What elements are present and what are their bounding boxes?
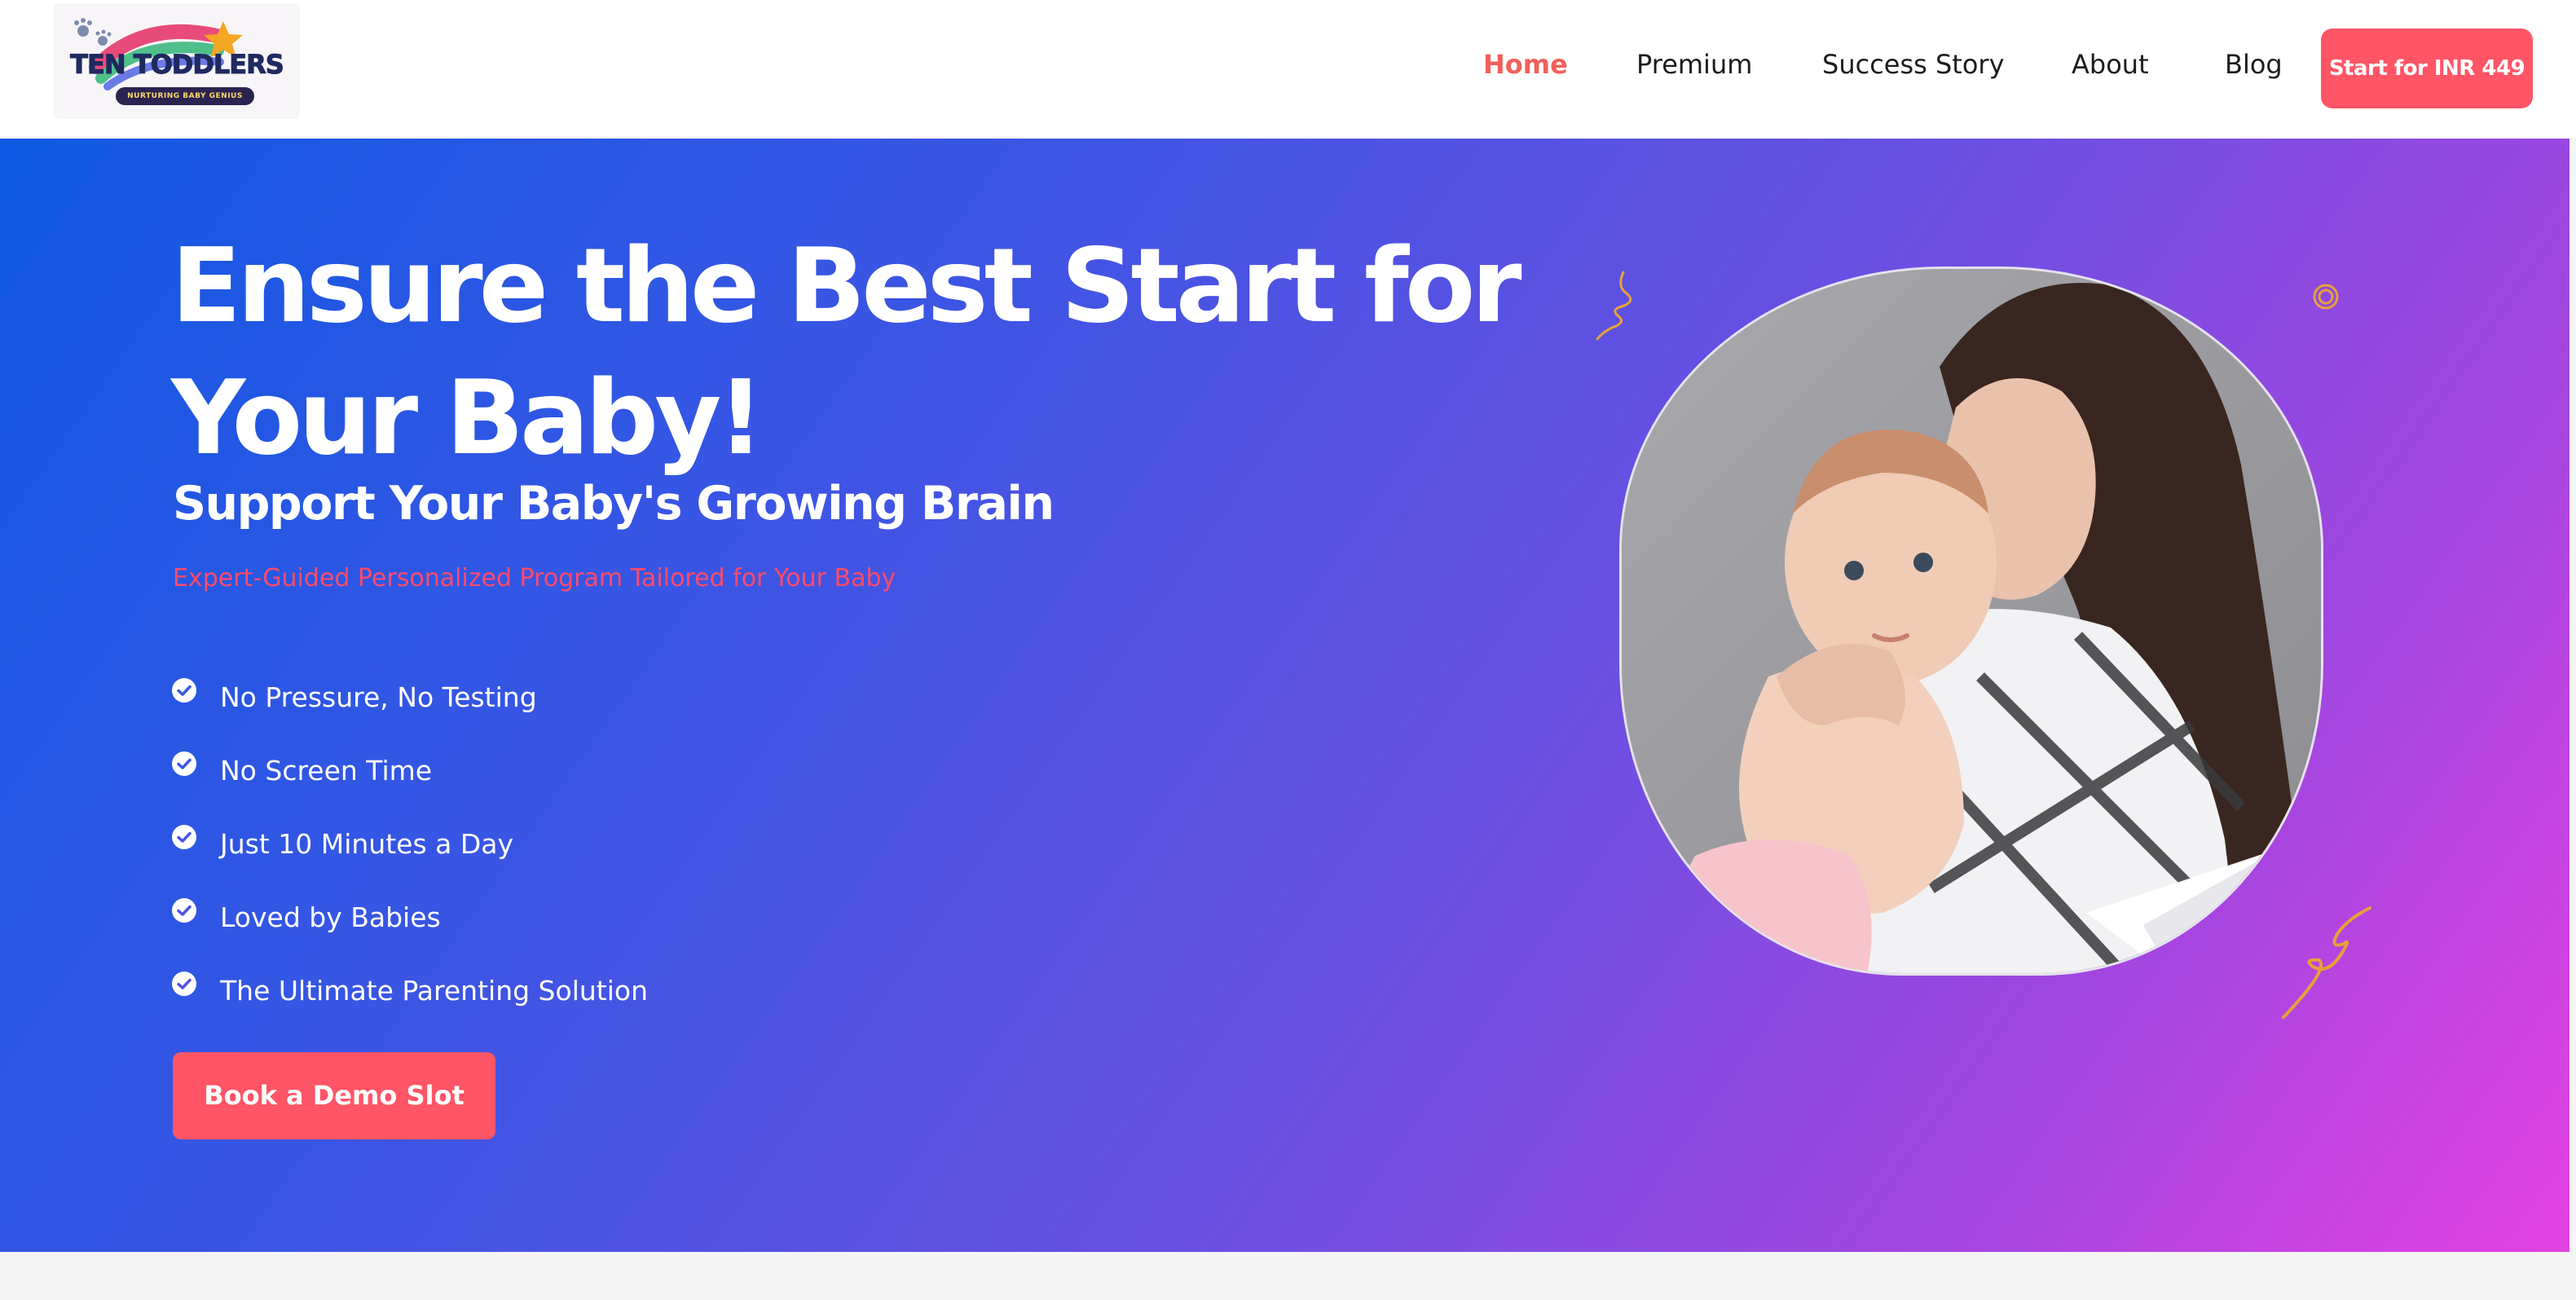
site-header: TEN TODDLERS NURTURING BABY GENIUS Home … (0, 0, 2576, 139)
hero-section: Ensure the Best Start for Your Baby! Sup… (0, 139, 2569, 1252)
nav-blog[interactable]: Blog (2225, 49, 2283, 80)
nav-success-story[interactable]: Success Story (1822, 49, 2005, 80)
check-circle-icon (172, 972, 196, 996)
mother-baby-image (1622, 269, 2321, 973)
check-circle-icon (172, 898, 196, 923)
feature-list: No Pressure, No Testing No Screen Time J… (171, 660, 648, 1027)
feature-item: Just 10 Minutes a Day (171, 807, 648, 880)
book-demo-button[interactable]: Book a Demo Slot (173, 1052, 495, 1139)
hero-title: Ensure the Best Start for Your Baby! (171, 226, 1522, 478)
feature-item: Loved by Babies (171, 880, 648, 954)
logo[interactable]: TEN TODDLERS NURTURING BABY GENIUS (54, 3, 300, 119)
hero-tagline: Expert-Guided Personalized Program Tailo… (173, 564, 896, 593)
check-circle-icon (172, 678, 196, 703)
feature-label: The Ultimate Parenting Solution (220, 974, 648, 1007)
logo-title: TEN TODDLERS (70, 49, 285, 81)
check-circle-icon (172, 825, 196, 849)
nav-about[interactable]: About (2072, 49, 2149, 80)
check-circle-icon (172, 751, 196, 776)
logo-tagline: NURTURING BABY GENIUS (116, 87, 254, 105)
feature-label: No Pressure, No Testing (220, 681, 537, 713)
feature-item: The Ultimate Parenting Solution (171, 954, 648, 1027)
hero-subtitle: Support Your Baby's Growing Brain (173, 477, 1055, 531)
feature-label: No Screen Time (220, 754, 433, 787)
nav-home[interactable]: Home (1483, 49, 1568, 80)
feature-item: No Screen Time (171, 734, 648, 807)
start-trial-button[interactable]: Start for INR 449 (2321, 29, 2533, 108)
hero-photo (1619, 267, 2323, 976)
feature-label: Just 10 Minutes a Day (220, 827, 514, 860)
feature-item: No Pressure, No Testing (171, 660, 648, 734)
nav-premium[interactable]: Premium (1636, 49, 1752, 80)
feature-label: Loved by Babies (220, 901, 441, 933)
